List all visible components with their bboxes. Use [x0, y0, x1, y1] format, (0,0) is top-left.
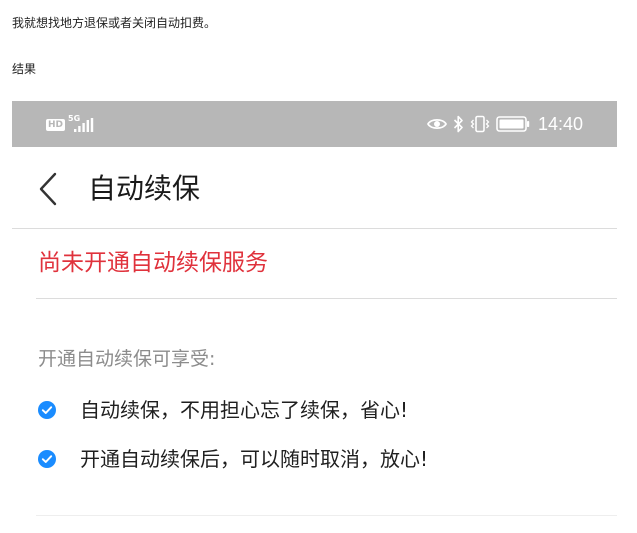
nav-bar: 自动续保 [12, 147, 617, 229]
check-circle-icon [38, 450, 56, 468]
status-time: 14:40 [537, 114, 583, 134]
service-status-message: 尚未开通自动续保服务 [38, 250, 268, 276]
battery-icon [496, 116, 530, 132]
phone-screenshot: HD 5G 14:40 自动续保 尚未开通自动续保服务 开通自动续保可享受: 自… [12, 101, 617, 533]
vibrate-icon [470, 115, 490, 133]
divider [36, 298, 617, 299]
post-text-line-result: 结果 [12, 62, 37, 76]
benefit-text: 自动续保，不用担心忘了续保，省心! [80, 398, 409, 422]
check-circle-icon [38, 401, 56, 419]
hd-badge: HD [46, 119, 66, 131]
benefits-heading: 开通自动续保可享受: [38, 348, 216, 370]
bluetooth-icon [453, 115, 463, 133]
chevron-left-icon [39, 172, 57, 206]
back-button[interactable] [36, 171, 60, 207]
status-bar-left: HD 5G [46, 114, 98, 134]
divider [12, 228, 617, 229]
benefit-item: 自动续保，不用担心忘了续保，省心! [38, 395, 408, 425]
signal-bars-icon [74, 118, 94, 132]
benefit-text: 开通自动续保后，可以随时取消，放心! [80, 447, 429, 471]
benefit-item: 开通自动续保后，可以随时取消，放心! [38, 444, 428, 474]
post-text-line: 我就想找地方退保或者关闭自动扣费。 [12, 16, 217, 30]
signal-icon: 5G [68, 114, 98, 134]
eye-icon [426, 118, 447, 130]
status-bar: HD 5G 14:40 [12, 101, 617, 147]
page-title: 自动续保 [88, 172, 201, 205]
divider [36, 515, 617, 516]
status-bar-right: 14:40 [426, 111, 583, 137]
